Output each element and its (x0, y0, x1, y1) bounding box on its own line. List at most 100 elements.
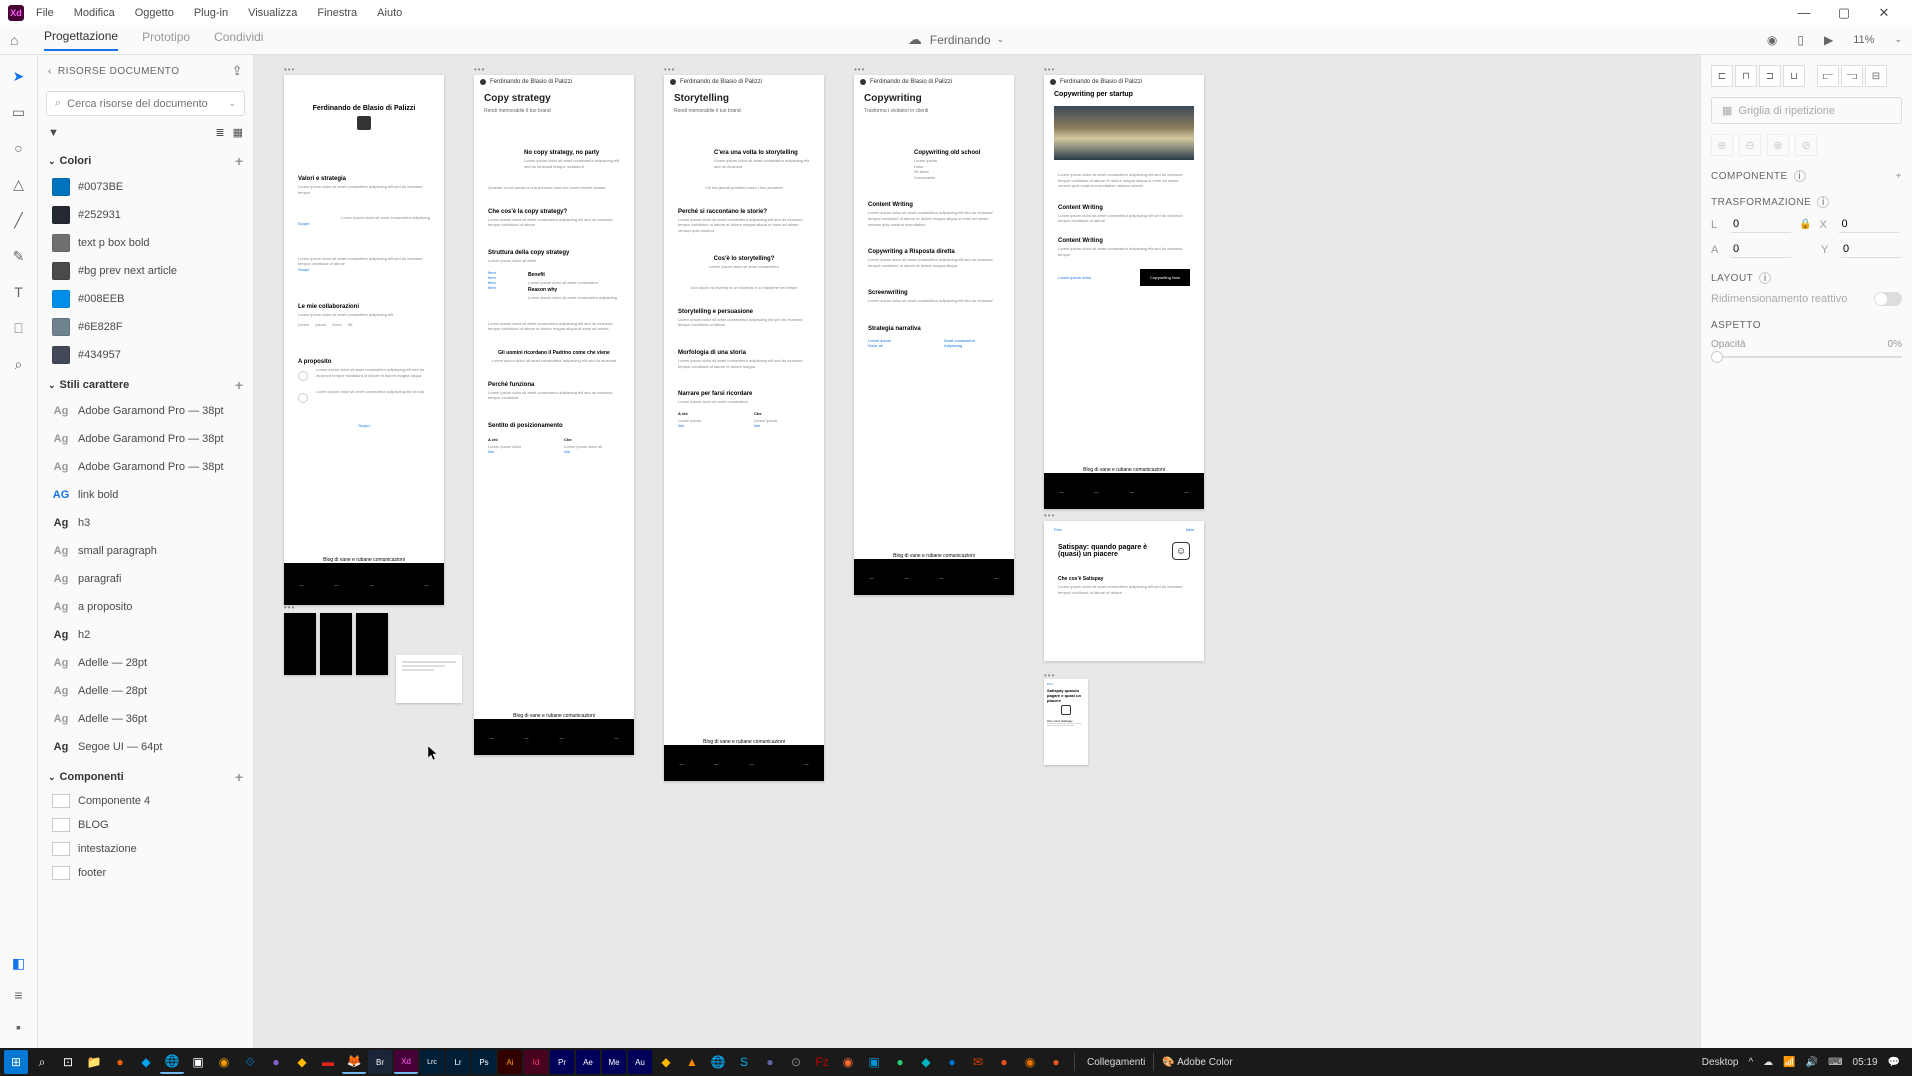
skype-icon[interactable]: S (732, 1050, 756, 1074)
app-icon[interactable]: ◆ (914, 1050, 938, 1074)
char-style-item[interactable]: Agsmall paragraph (38, 537, 253, 565)
bridge-icon[interactable]: Br (368, 1050, 392, 1074)
char-style-item[interactable]: AgSegoe UI — 64pt (38, 733, 253, 761)
search-icon[interactable]: ⌕ (30, 1050, 54, 1074)
bool-intersect-icon[interactable]: ⊗ (1767, 134, 1789, 156)
filezilla-icon[interactable]: Fz (810, 1050, 834, 1074)
align-center-h-icon[interactable]: ⊓ (1735, 65, 1757, 87)
y-input[interactable] (1841, 241, 1901, 258)
menu-help[interactable]: Aiuto (377, 7, 402, 19)
mode-prototype[interactable]: Prototipo (142, 30, 190, 50)
app-icon[interactable]: ◉ (836, 1050, 860, 1074)
links-label[interactable]: Collegamenti (1081, 1057, 1151, 1068)
ai-icon[interactable]: Ai (498, 1050, 522, 1074)
color-item[interactable]: text p box bold (38, 229, 253, 257)
align-top-icon[interactable]: ⊔ (1783, 65, 1805, 87)
artboard-handle[interactable]: ••• (854, 65, 865, 74)
char-style-item[interactable]: Agh2 (38, 621, 253, 649)
menu-window[interactable]: Finestra (317, 7, 357, 19)
app-icon[interactable]: ● (888, 1050, 912, 1074)
info-icon[interactable]: i (1794, 170, 1806, 182)
char-style-item[interactable]: AgAdobe Garamond Pro — 38pt (38, 453, 253, 481)
add-color-icon[interactable]: + (235, 153, 243, 169)
color-item[interactable]: #6E828F (38, 313, 253, 341)
artboard-copywriting[interactable]: ••• Ferdinando de Blasio di Palizzi Copy… (854, 75, 1014, 595)
menu-plugin[interactable]: Plug-in (194, 7, 228, 19)
align-middle-icon[interactable]: ⊟ (1865, 65, 1887, 87)
color-item[interactable]: #252931 (38, 201, 253, 229)
distribute-v-icon[interactable]: ⫎ (1841, 65, 1863, 87)
responsive-toggle[interactable] (1874, 292, 1902, 306)
zoom-level[interactable]: 11% (1853, 34, 1874, 46)
char-style-item[interactable]: Aga proposito (38, 593, 253, 621)
text-tool[interactable]: T (10, 283, 28, 301)
height-input[interactable] (1731, 241, 1791, 258)
maximize-button[interactable]: ▢ (1824, 5, 1864, 21)
lr-icon[interactable]: Lr (446, 1050, 470, 1074)
ae-icon[interactable]: Ae (576, 1050, 600, 1074)
app-icon[interactable]: ◉ (212, 1050, 236, 1074)
char-style-item[interactable]: AgAdelle — 28pt (38, 677, 253, 705)
zoom-tool[interactable]: ⌕ (10, 355, 28, 373)
opacity-slider[interactable] (1711, 356, 1902, 358)
color-item[interactable]: #434957 (38, 341, 253, 369)
bool-exclude-icon[interactable]: ⊘ (1795, 134, 1817, 156)
ps-icon[interactable]: Ps (472, 1050, 496, 1074)
zoom-chevron-icon[interactable]: ⌄ (1894, 34, 1902, 45)
search-input[interactable] (67, 98, 222, 110)
export-icon[interactable]: ⇪ (232, 63, 243, 79)
desktop-label[interactable]: Desktop (1702, 1057, 1739, 1068)
add-component-icon[interactable]: + (1896, 171, 1902, 182)
menu-edit[interactable]: Modifica (74, 7, 115, 19)
app-icon[interactable]: ◆ (134, 1050, 158, 1074)
lock-icon[interactable]: 🔒 (1799, 219, 1811, 230)
vlc-icon[interactable]: ▲ (680, 1050, 704, 1074)
bool-add-icon[interactable]: ⊕ (1711, 134, 1733, 156)
char-style-item[interactable]: AGlink bold (38, 481, 253, 509)
artboard-card[interactable] (396, 655, 462, 703)
width-input[interactable] (1731, 216, 1791, 233)
mode-share[interactable]: Condividi (214, 30, 263, 50)
char-style-item[interactable]: Agh3 (38, 509, 253, 537)
ellipse-tool[interactable]: ○ (10, 139, 28, 157)
firefox-icon[interactable]: 🦊 (342, 1050, 366, 1074)
home-icon[interactable]: ⌂ (10, 32, 30, 48)
menu-file[interactable]: File (36, 7, 54, 19)
app-icon[interactable]: ▬ (316, 1050, 340, 1074)
char-style-item[interactable]: Agparagrafi (38, 565, 253, 593)
id-icon[interactable]: Id (524, 1050, 548, 1074)
char-style-item[interactable]: AgAdelle — 28pt (38, 649, 253, 677)
vscode-icon[interactable]: ⟐ (238, 1050, 262, 1074)
artboard-copy-strategy[interactable]: ••• Ferdinando de Blasio di Palizzi Copy… (474, 75, 634, 755)
char-styles-section[interactable]: ⌄ Stili carattere + (38, 369, 253, 397)
app-icon[interactable]: ● (992, 1050, 1016, 1074)
start-button[interactable]: ⊞ (4, 1050, 28, 1074)
close-button[interactable]: ✕ (1864, 5, 1904, 21)
align-right-icon[interactable]: ⊐ (1759, 65, 1781, 87)
layers-panel-icon[interactable]: ≡ (10, 986, 28, 1004)
user-avatar-icon[interactable]: ◉ (1767, 33, 1777, 47)
artboard-handle[interactable]: ••• (664, 65, 675, 74)
me-icon[interactable]: Me (602, 1050, 626, 1074)
rectangle-tool[interactable]: ▭ (10, 103, 28, 121)
pr-icon[interactable]: Pr (550, 1050, 574, 1074)
artboard-handle[interactable]: ••• (1044, 65, 1055, 74)
repeat-grid-button[interactable]: ▦ Griglia di ripetizione (1711, 97, 1902, 124)
info-icon[interactable]: i (1817, 196, 1829, 208)
align-left-icon[interactable]: ⊏ (1711, 65, 1733, 87)
grid-view-icon[interactable]: ▦ (233, 126, 243, 139)
color-item[interactable]: #bg prev next article (38, 257, 253, 285)
app-icon[interactable]: ● (940, 1050, 964, 1074)
artboard-startup[interactable]: ••• Ferdinando de Blasio di Palizzi Copy… (1044, 75, 1204, 509)
add-style-icon[interactable]: + (235, 377, 243, 393)
artboard-tool[interactable]: ⎕ (10, 319, 28, 337)
app-icon[interactable]: ◆ (654, 1050, 678, 1074)
component-item[interactable]: BLOG (38, 813, 253, 837)
document-name[interactable]: ☁ Ferdinando ⌄ (908, 31, 1004, 48)
lrc-icon[interactable]: Lrc (420, 1050, 444, 1074)
mode-design[interactable]: Progettazione (44, 29, 118, 51)
chrome-icon[interactable]: 🌐 (706, 1050, 730, 1074)
polygon-tool[interactable]: △ (10, 175, 28, 193)
artboard-home[interactable]: ••• Ferdinando de Blasio di Palizzi Valo… (284, 75, 444, 605)
app-icon[interactable]: ◆ (290, 1050, 314, 1074)
